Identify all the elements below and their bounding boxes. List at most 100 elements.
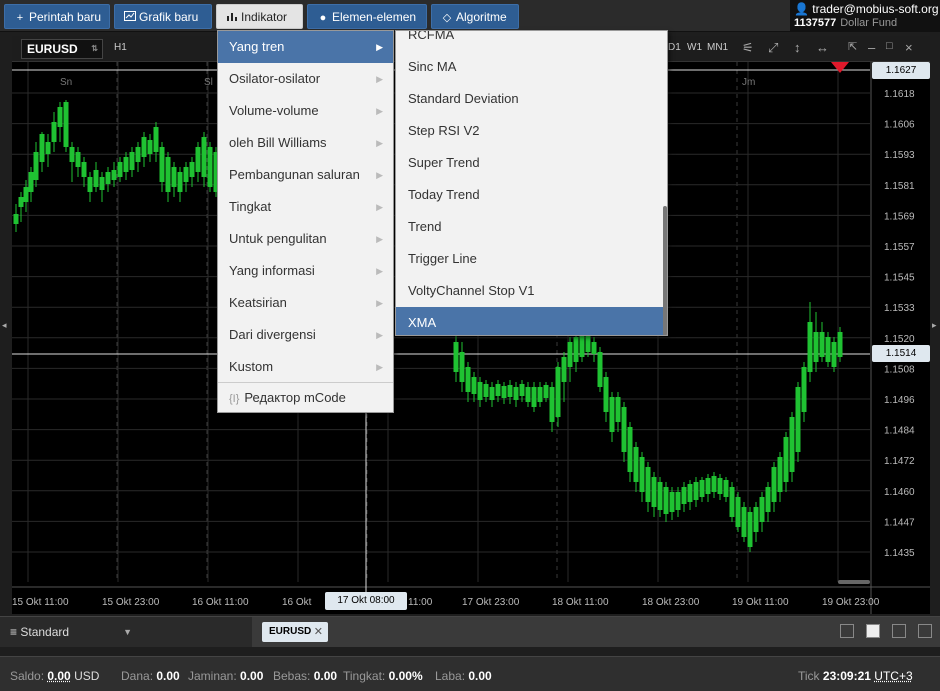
candle-body	[657, 482, 663, 510]
new-chart-button[interactable]: Grafik baru	[114, 4, 212, 29]
timeframe-mn1[interactable]: MN1	[707, 42, 728, 53]
candle-body	[723, 480, 729, 497]
candle-body	[51, 122, 57, 142]
submenu-item-2[interactable]: Standard Deviation	[396, 83, 666, 115]
laba: Laba: 0.00	[435, 669, 492, 683]
candle-body	[837, 332, 843, 357]
chevron-right-icon: ▶	[376, 138, 383, 148]
code-icon: {I}	[229, 393, 240, 405]
submenu-item-7[interactable]: Trigger Line	[396, 243, 666, 275]
menu-item-2[interactable]: Volume-volume ▶	[218, 95, 393, 127]
candle-body	[465, 367, 471, 392]
submenu-item-9[interactable]: XMA	[396, 307, 666, 335]
submenu-item-8[interactable]: VoltyChannel Stop V1	[396, 275, 666, 307]
jaminan: Jaminan: 0.00	[188, 669, 264, 683]
candle-body	[591, 342, 597, 354]
chevron-right-icon: ▶	[376, 42, 383, 52]
layout-columns-icon[interactable]	[892, 624, 906, 638]
candle-body	[537, 387, 543, 402]
new-order-button[interactable]: + Perintah baru	[4, 4, 110, 29]
layout-single-icon[interactable]	[840, 624, 854, 638]
time-tick-label: 17 Okt 23:00	[462, 597, 520, 608]
price-tick-label: 1.1606	[884, 120, 915, 131]
chevron-right-icon: ▶	[376, 74, 383, 84]
current-price-label: 1.1514	[872, 345, 930, 362]
indicator-button[interactable]: Indikator	[216, 4, 303, 29]
submenu-item-4[interactable]: Super Trend	[396, 147, 666, 179]
day-label: Sn	[60, 77, 72, 88]
candle-body	[513, 387, 519, 400]
algorithm-button[interactable]: ◇ Algoritme	[431, 4, 519, 29]
layout-grid-icon[interactable]	[866, 624, 880, 638]
left-collapse-handle[interactable]: ◂	[2, 320, 10, 334]
horizontal-scale-icon[interactable]: ↔	[816, 40, 829, 55]
time-tick-label: 16 Okt	[282, 597, 312, 608]
elements-button[interactable]: ● Elemen-elemen	[307, 4, 427, 29]
expand-icon[interactable]: ⤢	[768, 40, 778, 56]
timeframe-w1[interactable]: W1	[687, 42, 702, 53]
chevron-right-icon: ▶	[376, 266, 383, 276]
symbol-selector[interactable]: EURUSD ⇅	[21, 39, 103, 59]
candle-body	[597, 352, 603, 387]
candle-body	[195, 147, 201, 172]
candle-body	[18, 197, 24, 207]
candle-body	[23, 187, 29, 202]
candle-body	[699, 480, 705, 497]
menu-item-6[interactable]: Untuk pengulitan ▶	[218, 223, 393, 255]
candle-body	[705, 478, 711, 494]
timeframe-d1[interactable]: D1	[668, 42, 681, 53]
menu-item-4[interactable]: Pembangunan saluran ▶	[218, 159, 393, 191]
candle-body	[453, 342, 459, 372]
menu-item-10[interactable]: Kustom ▶	[218, 351, 393, 383]
chart-settings-icon[interactable]: ⚟	[742, 40, 754, 56]
submenu-item-6[interactable]: Trend	[396, 211, 666, 243]
candle-body	[531, 387, 537, 407]
tingkat: Tingkat: 0.00%	[343, 669, 423, 683]
chart-tab-eurusd[interactable]: EURUSD ✕	[262, 622, 328, 642]
maximize-icon[interactable]: □	[886, 40, 893, 52]
workspace-selector[interactable]: ≡ Standard ▼	[0, 617, 252, 647]
menu-item-9[interactable]: Dari divergensi ▶	[218, 319, 393, 351]
submenu-item-0[interactable]: RCFMA	[396, 31, 666, 51]
account-panel[interactable]: 👤 trader@mobius-soft.org 1137577 Dollar F…	[790, 0, 940, 32]
menu-item-8[interactable]: Keatsirian ▶	[218, 287, 393, 319]
menu-item-5[interactable]: Tingkat ▶	[218, 191, 393, 223]
candle-body	[681, 487, 687, 504]
popout-icon[interactable]: ⇱	[848, 40, 857, 53]
right-collapse-handle[interactable]: ▸	[932, 320, 940, 334]
price-tick-label: 1.1447	[884, 517, 915, 528]
candle-body	[615, 397, 621, 422]
price-tick-label: 1.1496	[884, 395, 915, 406]
candle-body	[555, 367, 561, 417]
layout-rows-icon[interactable]	[918, 624, 932, 638]
menu-item-7[interactable]: Yang informasi ▶	[218, 255, 393, 287]
minimize-icon[interactable]: –	[868, 40, 875, 55]
candle-body	[777, 457, 783, 492]
chevron-right-icon: ▶	[376, 106, 383, 116]
price-tick-label: 1.1435	[884, 548, 915, 559]
price-tick-label: 1.1472	[884, 456, 915, 467]
saldo: Saldo: 0.00 USD	[10, 669, 100, 683]
mcode-editor-item[interactable]: {I} Редактор mCode	[218, 383, 393, 413]
close-tab-icon[interactable]: ✕	[314, 622, 323, 642]
time-tick-label: 19 Okt 11:00	[732, 597, 789, 608]
menu-item-1[interactable]: Osilator-osilator ▶	[218, 63, 393, 95]
candle-body	[717, 478, 723, 494]
submenu-item-1[interactable]: Sinc MA	[396, 51, 666, 83]
timeframe-current[interactable]: H1	[114, 42, 127, 53]
price-tick-label: 1.1581	[884, 181, 915, 192]
submenu-item-5[interactable]: Today Trend	[396, 179, 666, 211]
candle-body	[171, 167, 177, 187]
menu-item-3[interactable]: oleh Bill Williams ▶	[218, 127, 393, 159]
submenu-scrollbar[interactable]	[663, 206, 667, 335]
menu-item-0[interactable]: Yang tren ▶	[218, 31, 393, 63]
candle-body	[93, 170, 99, 187]
submenu-item-3[interactable]: Step RSI V2	[396, 115, 666, 147]
candle-body	[729, 487, 735, 517]
candle-body	[159, 147, 165, 182]
bars-icon	[225, 6, 239, 31]
close-chart-icon[interactable]: ×	[905, 40, 913, 55]
candle-body	[825, 337, 831, 362]
vertical-scale-icon[interactable]: ↕	[794, 40, 801, 55]
candle-body	[129, 152, 135, 170]
